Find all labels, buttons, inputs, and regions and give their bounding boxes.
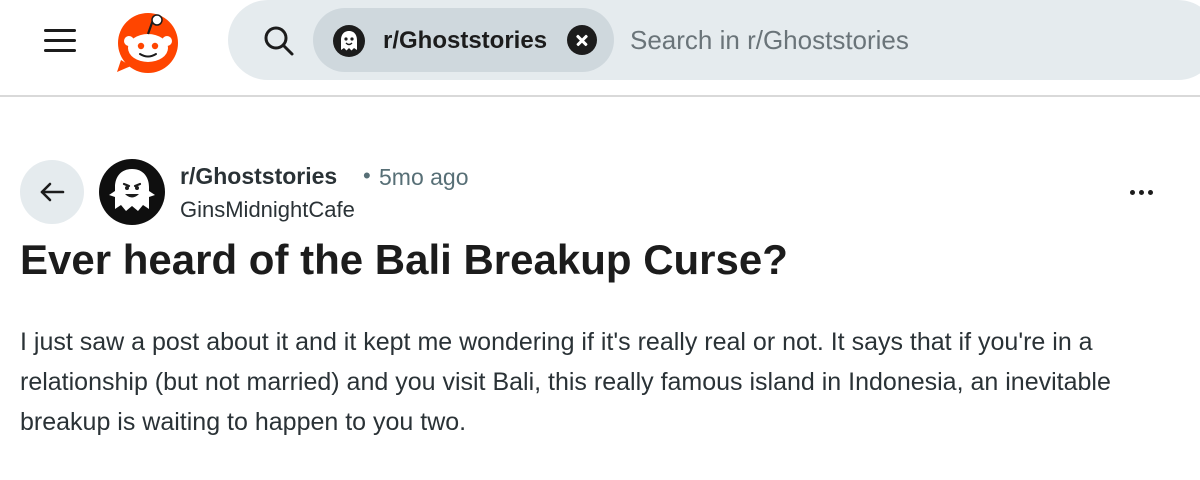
ghost-icon: [333, 25, 365, 57]
community-chip-label: r/Ghoststories: [383, 27, 548, 54]
meta-separator: •: [363, 163, 371, 188]
subreddit-avatar[interactable]: [99, 159, 165, 225]
post-body: I just saw a post about it and it kept m…: [20, 328, 1111, 436]
search-icon[interactable]: [262, 24, 296, 58]
community-chip[interactable]: r/Ghoststories: [313, 8, 614, 72]
post-timestamp: 5mo ago: [379, 164, 469, 190]
more-horizontal-icon: [1129, 189, 1135, 195]
author-link[interactable]: GinsMidnightCafe: [180, 197, 355, 223]
top-header: r/Ghoststories: [0, 0, 1200, 97]
reddit-logo[interactable]: [113, 10, 183, 74]
subreddit-link[interactable]: r/Ghoststories: [180, 163, 337, 190]
ghost-icon: [109, 169, 155, 211]
post-title: Ever heard of the Bali Breakup Curse?: [20, 236, 788, 283]
arrow-left-icon: [40, 182, 65, 202]
hamburger-icon[interactable]: [40, 22, 80, 58]
back-button[interactable]: [20, 160, 84, 224]
search-input[interactable]: [630, 22, 1170, 58]
more-options-button[interactable]: [1118, 174, 1164, 210]
close-icon[interactable]: [567, 25, 597, 55]
